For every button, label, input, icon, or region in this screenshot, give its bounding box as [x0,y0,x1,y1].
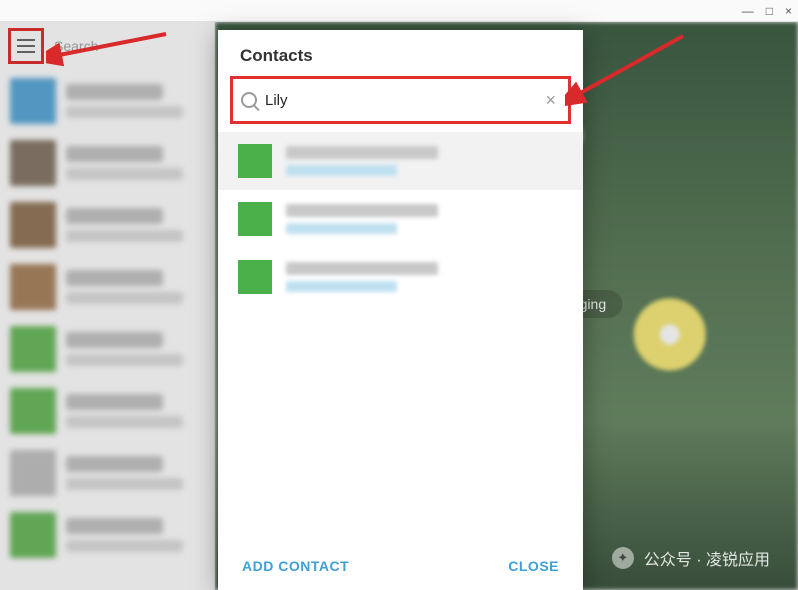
close-window-button[interactable]: × [785,4,792,18]
modal-title: Contacts [218,30,583,76]
contact-search-input[interactable] [265,92,533,109]
avatar [238,202,272,236]
minimize-button[interactable]: — [742,4,754,18]
search-icon [241,92,257,108]
contact-result-item[interactable] [218,190,583,248]
contact-result-item[interactable] [218,248,583,306]
contact-search-wrap: × [230,76,571,124]
maximize-button[interactable]: □ [766,4,773,18]
close-modal-button[interactable]: CLOSE [508,558,559,574]
avatar [238,144,272,178]
contacts-modal: Contacts × ADD CONTACT CLOSE [218,30,583,590]
watermark: ✦ 公众号 · 凌锐应用 [612,546,770,570]
clear-search-button[interactable]: × [541,90,560,111]
contact-results [218,128,583,544]
avatar [238,260,272,294]
wechat-icon: ✦ [612,547,634,569]
add-contact-button[interactable]: ADD CONTACT [242,558,349,574]
watermark-text: 公众号 · 凌锐应用 [644,546,770,570]
titlebar: — □ × [0,0,798,22]
contact-result-item[interactable] [218,132,583,190]
